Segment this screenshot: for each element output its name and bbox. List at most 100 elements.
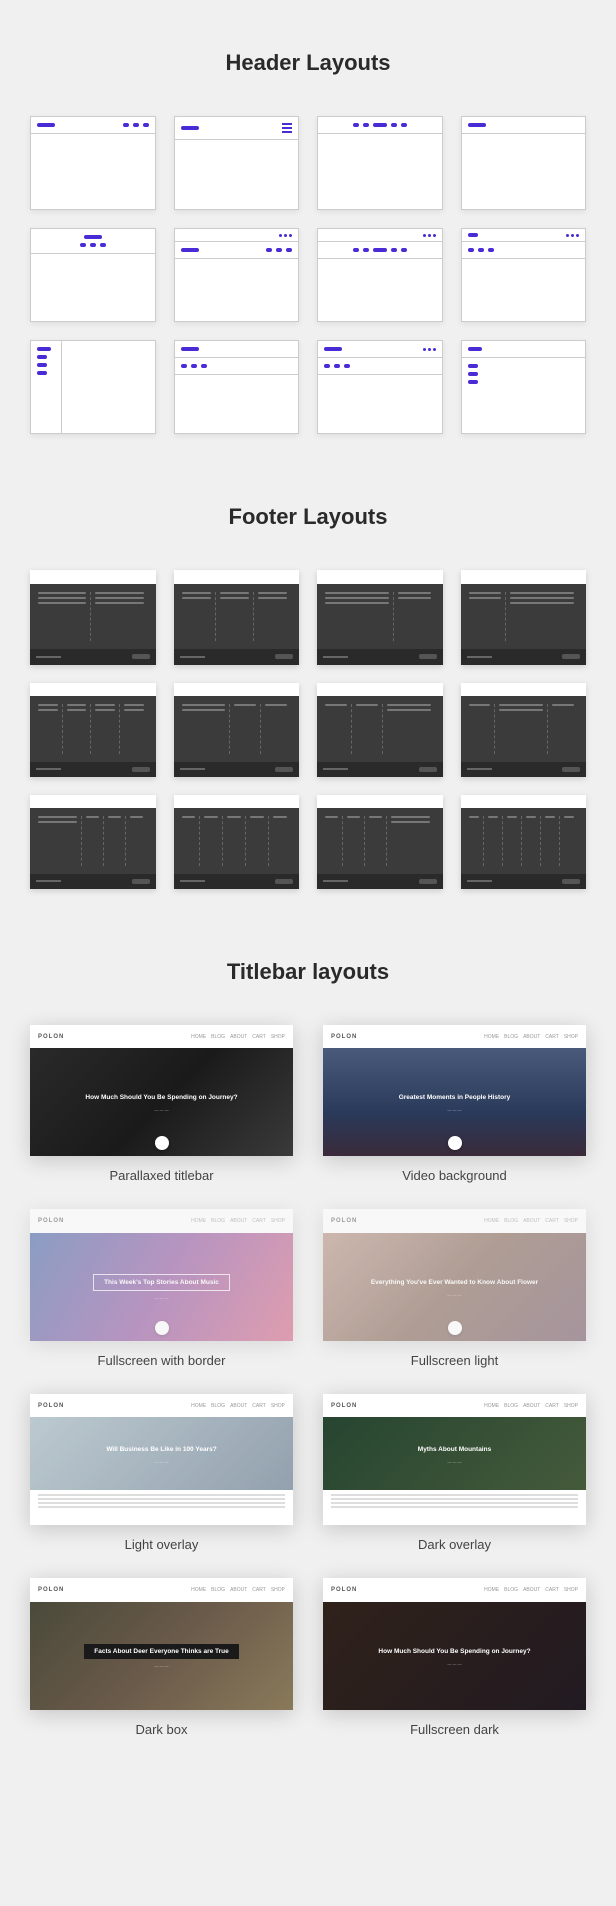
thumb-logo: POLON [38,1034,64,1040]
thumb-menu: HOMEBLOGABOUTCARTSHOP [484,1587,578,1593]
thumb-subline: — — — [447,1661,461,1666]
titlebar-label: Dark box [135,1722,187,1737]
titlebar-item: POLON HOMEBLOGABOUTCARTSHOP How Much Shoul… [30,1025,293,1184]
scroll-circle-icon [155,1136,169,1150]
header-thumb [174,340,300,434]
header-thumb [30,340,156,434]
header-thumb [461,340,587,434]
thumb-subline: — — — [154,1663,168,1668]
titlebar-label: Dark overlay [418,1537,491,1552]
footer-thumb [461,683,587,777]
titlebar-section-title: Titlebar layouts [30,959,586,985]
thumb-subline: — — — [447,1292,461,1297]
footer-thumb [317,795,443,889]
thumb-hero: Myths About Mountains — — — [323,1417,586,1489]
titlebar-label: Fullscreen dark [410,1722,499,1737]
footer-thumb [30,795,156,889]
thumb-logo: POLON [331,1403,357,1409]
titlebar-layouts-section: Titlebar layouts POLONHOMEBLOGABOUTCARTS… [30,959,586,1737]
thumb-menu: HOMEBLOGABOUTCARTSHOP [484,1403,578,1409]
titlebar-item: POLONHOMEBLOGABOUTCARTSHOPEverything You… [323,1209,586,1368]
header-thumb [317,228,443,322]
thumb-headline: Myths About Mountains [412,1444,497,1455]
thumb-body-text [30,1490,293,1526]
thumb-logo: POLON [38,1587,64,1593]
footer-thumb [317,683,443,777]
thumb-logo: POLON [331,1587,357,1593]
header-layouts-section: Header Layouts [30,50,586,434]
footer-layouts-section: Footer Layouts [30,504,586,888]
titlebar-item: POLON HOMEBLOGABOUTCARTSHOP Will Business … [30,1394,293,1553]
titlebar-item: POLON HOMEBLOGABOUTCARTSHOP Greatest Momen… [323,1025,586,1184]
thumb-logo: POLON [331,1034,357,1040]
thumb-menu: HOMEBLOGABOUTCARTSHOP [484,1034,578,1040]
thumb-nav: POLONHOMEBLOGABOUTCARTSHOP [323,1209,586,1233]
titlebar-thumb: POLON HOMEBLOGABOUTCARTSHOP Facts About De… [30,1578,293,1710]
thumb-logo: POLON [38,1403,64,1409]
header-thumb [174,228,300,322]
titlebar-item: POLON HOMEBLOGABOUTCARTSHOP This Week's To… [30,1209,293,1368]
titlebar-label: Fullscreen with border [98,1353,226,1368]
scroll-circle-icon [155,1321,169,1335]
footer-thumb [174,570,300,664]
titlebar-thumb: POLON HOMEBLOGABOUTCARTSHOP Myths About Mo… [323,1394,586,1526]
footer-grid [30,570,586,888]
titlebar-label: Video background [402,1168,507,1183]
titlebar-item: POLON HOMEBLOGABOUTCARTSHOP Facts About De… [30,1578,293,1737]
thumb-headline: Facts About Deer Everyone Thinks are Tru… [84,1644,239,1659]
thumb-menu: HOMEBLOGABOUTCARTSHOP [191,1034,285,1040]
thumb-hero: This Week's Top Stories About Music — — — [30,1233,293,1341]
header-thumb [30,228,156,322]
thumb-headline: This Week's Top Stories About Music [93,1274,230,1291]
thumb-menu: HOMEBLOGABOUTCARTSHOP [191,1218,285,1224]
header-section-title: Header Layouts [30,50,586,76]
thumb-subline: — — — [447,1107,461,1112]
header-thumb [461,116,587,210]
thumb-nav: POLON HOMEBLOGABOUTCARTSHOP [30,1209,293,1233]
thumb-nav: POLON HOMEBLOGABOUTCARTSHOP [323,1578,586,1602]
titlebar-item: POLON HOMEBLOGABOUTCARTSHOP Myths About Mo… [323,1394,586,1553]
thumb-hero: Everything You've Ever Wanted to Know Ab… [323,1233,586,1341]
thumb-headline: How Much Should You Be Spending on Journ… [79,1092,243,1103]
header-thumb [461,228,587,322]
header-thumb [317,116,443,210]
thumb-headline: Will Business Be Like in 100 Years? [100,1444,222,1455]
thumb-subline: — — — [154,1107,168,1112]
footer-thumb [30,683,156,777]
titlebar-grid: POLON HOMEBLOGABOUTCARTSHOP How Much Shoul… [30,1025,586,1737]
thumb-subline: — — — [447,1459,461,1464]
thumb-hero: How Much Should You Be Spending on Journ… [30,1048,293,1156]
thumb-nav: POLON HOMEBLOGABOUTCARTSHOP [30,1394,293,1418]
footer-thumb [174,683,300,777]
thumb-hero: How Much Should You Be Spending on Journ… [323,1602,586,1710]
thumb-nav: POLON HOMEBLOGABOUTCARTSHOP [323,1025,586,1049]
footer-thumb [174,795,300,889]
footer-section-title: Footer Layouts [30,504,586,530]
thumb-menu: HOMEBLOGABOUTCARTSHOP [191,1403,285,1409]
scroll-circle-icon [448,1136,462,1150]
titlebar-label: Light overlay [125,1537,199,1552]
header-grid [30,116,586,434]
thumb-logo: POLON [331,1218,357,1224]
footer-thumb [317,570,443,664]
thumb-logo: POLON [38,1218,64,1224]
titlebar-item: POLON HOMEBLOGABOUTCARTSHOP How Much Shoul… [323,1578,586,1737]
thumb-headline: Greatest Moments in People History [393,1092,517,1103]
titlebar-thumb: POLONHOMEBLOGABOUTCARTSHOPEverything You… [323,1209,586,1341]
thumb-nav: POLON HOMEBLOGABOUTCARTSHOP [323,1394,586,1418]
thumb-hero: Greatest Moments in People History — — — [323,1048,586,1156]
scroll-circle-icon [448,1321,462,1335]
thumb-subline: — — — [154,1295,168,1300]
thumb-nav: POLON HOMEBLOGABOUTCARTSHOP [30,1025,293,1049]
header-thumb [317,340,443,434]
header-thumb [30,116,156,210]
footer-thumb [30,570,156,664]
footer-thumb [461,795,587,889]
thumb-nav: POLON HOMEBLOGABOUTCARTSHOP [30,1578,293,1602]
titlebar-thumb: POLON HOMEBLOGABOUTCARTSHOP Will Business … [30,1394,293,1526]
titlebar-thumb: POLON HOMEBLOGABOUTCARTSHOP This Week's To… [30,1209,293,1341]
footer-thumb [461,570,587,664]
thumb-menu: HOMEBLOGABOUTCARTSHOP [191,1587,285,1593]
titlebar-label: Parallaxed titlebar [109,1168,213,1183]
thumb-body-text [323,1490,586,1526]
